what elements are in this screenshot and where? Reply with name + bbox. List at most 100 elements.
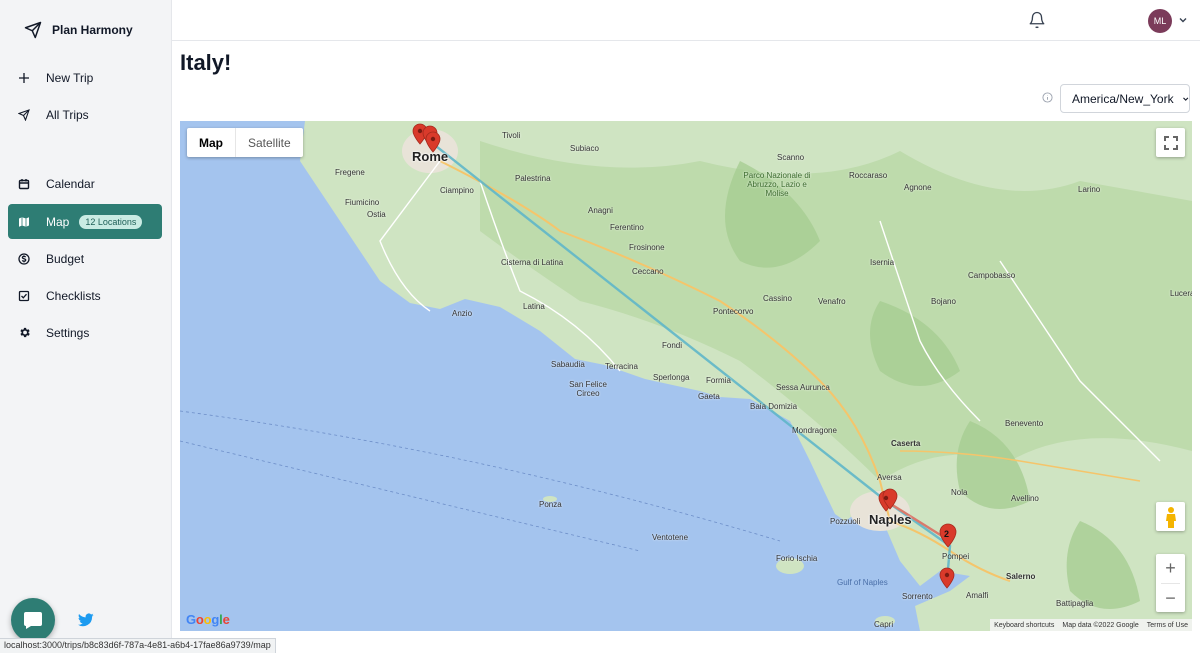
bell-icon[interactable] [1028,11,1046,29]
map-place-label: Sessa Aurunca [776,383,830,392]
map-city-label: Naples [869,512,912,527]
sidebar-item-label: All Trips [46,107,89,122]
map-place-label: Terracina [605,362,638,371]
map-place-label: Nola [951,488,968,497]
map-place-label: Agnone [904,183,932,192]
brand[interactable]: Plan Harmony [24,18,133,42]
map-place-label: Anzio [452,309,473,318]
map-place-label: Palestrina [515,174,551,183]
sidebar-item-label: Budget [46,251,85,266]
twitter-icon[interactable] [78,613,94,627]
map-place-label: Ceccano [632,267,664,276]
sidebar-item-label: Calendar [46,176,95,191]
zoom-out-button[interactable]: − [1156,584,1185,613]
map-cluster-count: 2 [944,529,950,539]
map-place-label: Amalfi [966,591,989,600]
map-place-label: Larino [1078,185,1101,194]
sidebar-item-settings[interactable]: Settings [8,315,162,350]
map-place-label: Aversa [877,473,902,482]
map-place-label: Pompei [942,552,970,561]
map-place-label: Ferentino [610,223,644,232]
fullscreen-icon [1163,135,1178,150]
sidebar-item-new-trip[interactable]: New Trip [8,60,162,95]
map-place-label: Ostia [367,210,386,219]
map-place-label: Caserta [891,439,921,448]
chat-widget-button[interactable] [11,598,55,642]
sidebar-item-checklists[interactable]: Checklists [8,278,162,313]
map-city-label: Rome [412,149,449,164]
page-title: Italy! [180,50,232,75]
map-canvas[interactable]: Rome Naples 2 Tivoli Subiaco Palestrina … [180,121,1192,631]
map-place-label: Capri [874,620,894,629]
avatar[interactable]: ML [1148,9,1172,33]
map-place-label: Sabaudia [551,360,585,369]
map-place-label: Fregene [335,168,365,177]
gear-icon [16,325,32,341]
terms-of-use-link[interactable]: Terms of Use [1147,622,1188,629]
map-place-label: Fondi [662,341,683,350]
zoom-in-button[interactable]: + [1156,554,1185,583]
keyboard-shortcuts-link[interactable]: Keyboard shortcuts [994,622,1054,629]
info-icon [1042,92,1053,103]
dollar-circle-icon [16,251,32,267]
map-place-label: Scanno [777,153,805,162]
map-place-label: Benevento [1005,419,1044,428]
map-place-label: Latina [523,302,545,311]
checklist-icon [16,288,32,304]
pegman-icon [1165,506,1176,528]
map-place-label: Sperlonga [653,373,690,382]
chat-icon [24,612,42,629]
map-place-label: Sorrento [902,592,933,601]
map-place-label: Ciampino [440,186,474,195]
map-place-label: Pozzuoli [830,517,861,526]
map-place-label: Campobasso [968,271,1016,280]
map-place-label: Tivoli [502,131,521,140]
sidebar-item-budget[interactable]: Budget [8,241,162,276]
map-place-label: Fiumicino [345,198,380,207]
map-place-label: Battipaglia [1056,599,1094,608]
timezone-select[interactable]: America/New_York [1060,84,1190,113]
map-place-label: Frosinone [629,243,665,252]
map-place-label: Cisterna di Latina [501,258,564,267]
map-place-label: Baia Domizia [750,402,798,411]
map-type-satellite-button[interactable]: Satellite [236,128,303,157]
fullscreen-button[interactable] [1156,128,1185,157]
map-place-label: Roccaraso [849,171,888,180]
sidebar-item-all-trips[interactable]: All Trips [8,97,162,132]
map-place-label: Gaeta [698,392,720,401]
map-place-label: Mondragone [792,426,837,435]
map-place-label: Cassino [763,294,792,303]
sidebar: Plan Harmony New Trip All Trips Calendar… [0,0,172,653]
map-water-label: Gulf of Naples [837,578,888,587]
calendar-icon [16,176,32,192]
map-place-label: Parco Nazionale di Abruzzo, Lazio e Moli… [743,171,811,198]
sidebar-item-map[interactable]: Map 12 Locations [8,204,162,239]
map-place-label: Ponza [539,500,562,509]
map-type-map-button[interactable]: Map [187,128,236,157]
plus-icon [16,70,32,86]
sidebar-item-label: New Trip [46,70,94,85]
chevron-down-icon[interactable] [1178,15,1188,25]
map-place-label: Ventotene [652,533,689,542]
map-place-label: Subiaco [570,144,599,153]
chevron-down-icon [1182,96,1188,101]
map-icon [16,214,32,230]
map-place-label: Formia [706,376,731,385]
map-place-label: Venafro [818,297,846,306]
map-place-label: Bojano [931,297,956,306]
map-place-label: Avellino [1011,494,1039,503]
map-attribution: Keyboard shortcuts Map data ©2022 Google… [990,619,1192,631]
google-logo: Google [186,612,230,627]
paper-plane-icon [16,107,32,123]
timezone-value: America/New_York [1072,91,1174,106]
map-place-label: Pontecorvo [713,307,754,316]
map-place-label: Lucera [1170,289,1192,298]
map-data-text: Map data ©2022 Google [1062,621,1139,629]
map-place-label: Anagni [588,206,613,215]
street-view-pegman[interactable] [1156,502,1185,531]
sidebar-item-calendar[interactable]: Calendar [8,166,162,201]
sidebar-item-label: Checklists [46,288,101,303]
sidebar-item-label: Settings [46,325,90,340]
zoom-control: + − [1156,554,1185,612]
map-place-label: San Felice Circeo [569,380,607,398]
